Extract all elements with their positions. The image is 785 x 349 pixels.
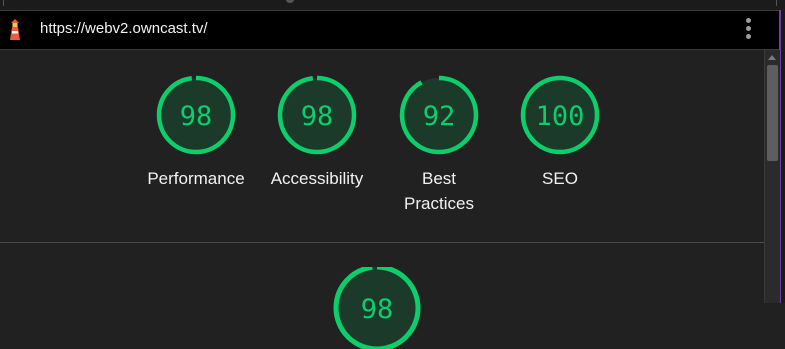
gauge-ring: 98	[277, 75, 357, 155]
gauge-seo[interactable]: 100 SEO	[505, 74, 615, 191]
gauge-performance[interactable]: 98 Performance	[141, 74, 251, 191]
tab-separator	[776, 0, 777, 6]
score-label: SEO	[542, 169, 578, 188]
score-value: 98	[361, 294, 394, 325]
score-label: Performance	[147, 169, 245, 188]
url-text[interactable]: https://webv2.owncast.tv/	[40, 20, 208, 37]
score-label: Accessibility	[270, 169, 364, 188]
gauge-ring: 92	[399, 75, 479, 155]
vertical-scrollbar[interactable]	[764, 50, 780, 303]
tab-indicator	[286, 0, 294, 3]
scrollbar-thumb[interactable]	[767, 65, 778, 161]
scroll-up-arrow-icon[interactable]	[768, 55, 776, 60]
gauge-accessibility[interactable]: 98 Accessibility	[262, 74, 372, 191]
lighthouse-icon	[10, 19, 20, 40]
tab-strip	[0, 0, 785, 11]
gauge-ring: 100	[520, 75, 600, 155]
address-bar[interactable]: https://webv2.owncast.tv/	[0, 11, 779, 50]
score-value: 98	[301, 101, 334, 132]
gauge-best-practices[interactable]: 92 Best Practices	[384, 74, 494, 216]
kebab-menu-icon[interactable]	[742, 18, 756, 42]
score-value: 100	[536, 101, 585, 132]
gauge-ring: 98	[333, 267, 421, 349]
score-value: 92	[423, 101, 456, 132]
section-divider	[0, 242, 764, 243]
gauge-pwa[interactable]: 98	[322, 267, 432, 349]
score-label: Best Practices	[404, 169, 474, 213]
tab-separator	[3, 0, 4, 6]
score-value: 98	[180, 101, 213, 132]
window-border	[781, 10, 785, 303]
gauge-ring: 98	[156, 75, 236, 155]
